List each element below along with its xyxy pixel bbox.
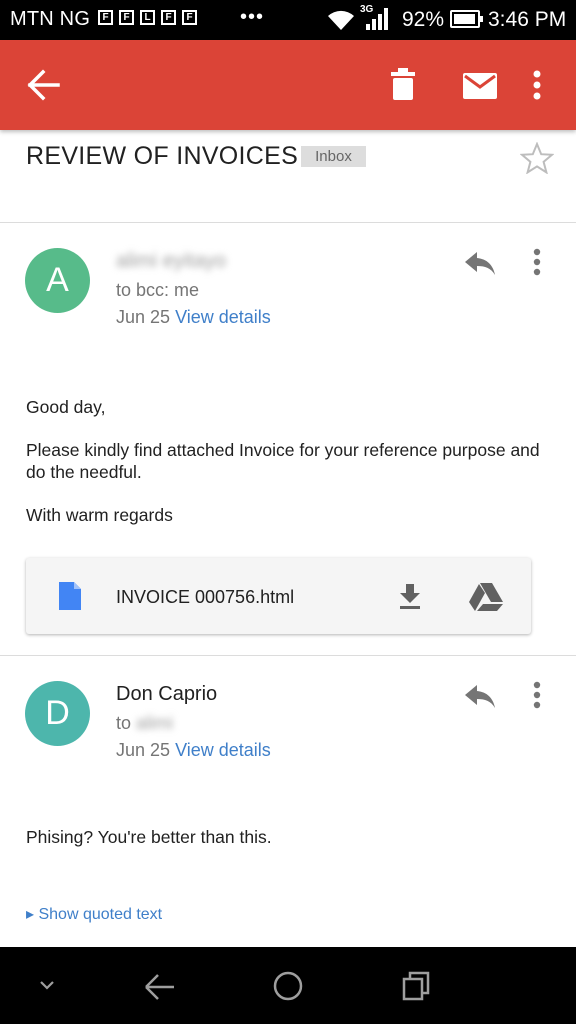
battery-icon	[450, 10, 483, 28]
notification-icons: F F L F F	[98, 10, 197, 25]
carrier-name: MTN NG	[10, 8, 91, 30]
document-icon	[59, 582, 81, 610]
message-body-line: Please kindly find attached Invoice for …	[26, 440, 540, 482]
sender-name[interactable]: alimi eyitayo	[116, 250, 226, 273]
notification-icon: F	[182, 10, 197, 25]
date-text: Jun 25	[116, 307, 171, 327]
message-body-line: Phising? You're better than this.	[26, 827, 272, 847]
thread-subject: REVIEW OF INVOICES	[26, 142, 299, 170]
recipient-name: alimi	[136, 713, 174, 733]
show-quoted-text-link[interactable]: ▸ Show quoted text	[26, 904, 162, 924]
battery-percent: 92%	[402, 8, 445, 31]
nav-back-icon[interactable]	[144, 973, 176, 1001]
recipient-line: to alimi	[116, 713, 173, 734]
wifi-icon	[328, 10, 354, 30]
message-date: Jun 25 View details	[116, 307, 271, 328]
reply-icon[interactable]	[463, 250, 497, 276]
chevron-down-icon[interactable]	[38, 979, 56, 991]
view-details-link[interactable]: View details	[175, 307, 271, 327]
star-icon[interactable]	[520, 142, 554, 174]
date-text: Jun 25	[116, 740, 171, 760]
arrow-back-icon[interactable]	[26, 68, 62, 102]
reply-icon[interactable]	[463, 683, 497, 709]
notification-icon: L	[140, 10, 155, 25]
notification-icon: F	[161, 10, 176, 25]
home-icon[interactable]	[272, 970, 304, 1002]
recipient-prefix: to	[116, 713, 132, 733]
avatar[interactable]: A	[25, 248, 90, 313]
sender-name[interactable]: Don Caprio	[116, 683, 217, 706]
message-date: Jun 25 View details	[116, 740, 271, 761]
more-vert-icon[interactable]	[530, 70, 544, 100]
clock: 3:46 PM	[488, 8, 567, 31]
avatar[interactable]: D	[25, 681, 90, 746]
drive-icon[interactable]	[468, 582, 504, 612]
recipient-line: to bcc: me	[116, 280, 200, 300]
attachment-name: INVOICE 000756.html	[116, 587, 295, 607]
notification-icon: F	[119, 10, 134, 25]
navigation-bar	[0, 947, 576, 1024]
message-card: D Don Caprio to alimi Jun 25 View detail…	[0, 656, 576, 946]
toolbar	[0, 40, 576, 130]
message-body-line: With warm regards	[26, 505, 173, 525]
inbox-label[interactable]: Inbox	[301, 146, 366, 167]
download-icon[interactable]	[398, 582, 422, 610]
message-body-line: Good day,	[26, 397, 106, 417]
more-vert-icon[interactable]	[531, 681, 543, 709]
notification-icon: F	[98, 10, 113, 25]
trash-icon[interactable]	[389, 68, 417, 102]
view-details-link[interactable]: View details	[175, 740, 271, 760]
more-notifications-icon: •••	[240, 6, 265, 28]
status-bar: MTN NG F F L F F ••• 3G 92% 3:46 PM	[0, 0, 576, 40]
cell-signal-icon	[366, 8, 388, 30]
mail-icon[interactable]	[462, 72, 498, 100]
attachment-card[interactable]: INVOICE 000756.html	[26, 558, 531, 634]
recents-icon[interactable]	[402, 971, 430, 1001]
more-vert-icon[interactable]	[531, 248, 543, 276]
